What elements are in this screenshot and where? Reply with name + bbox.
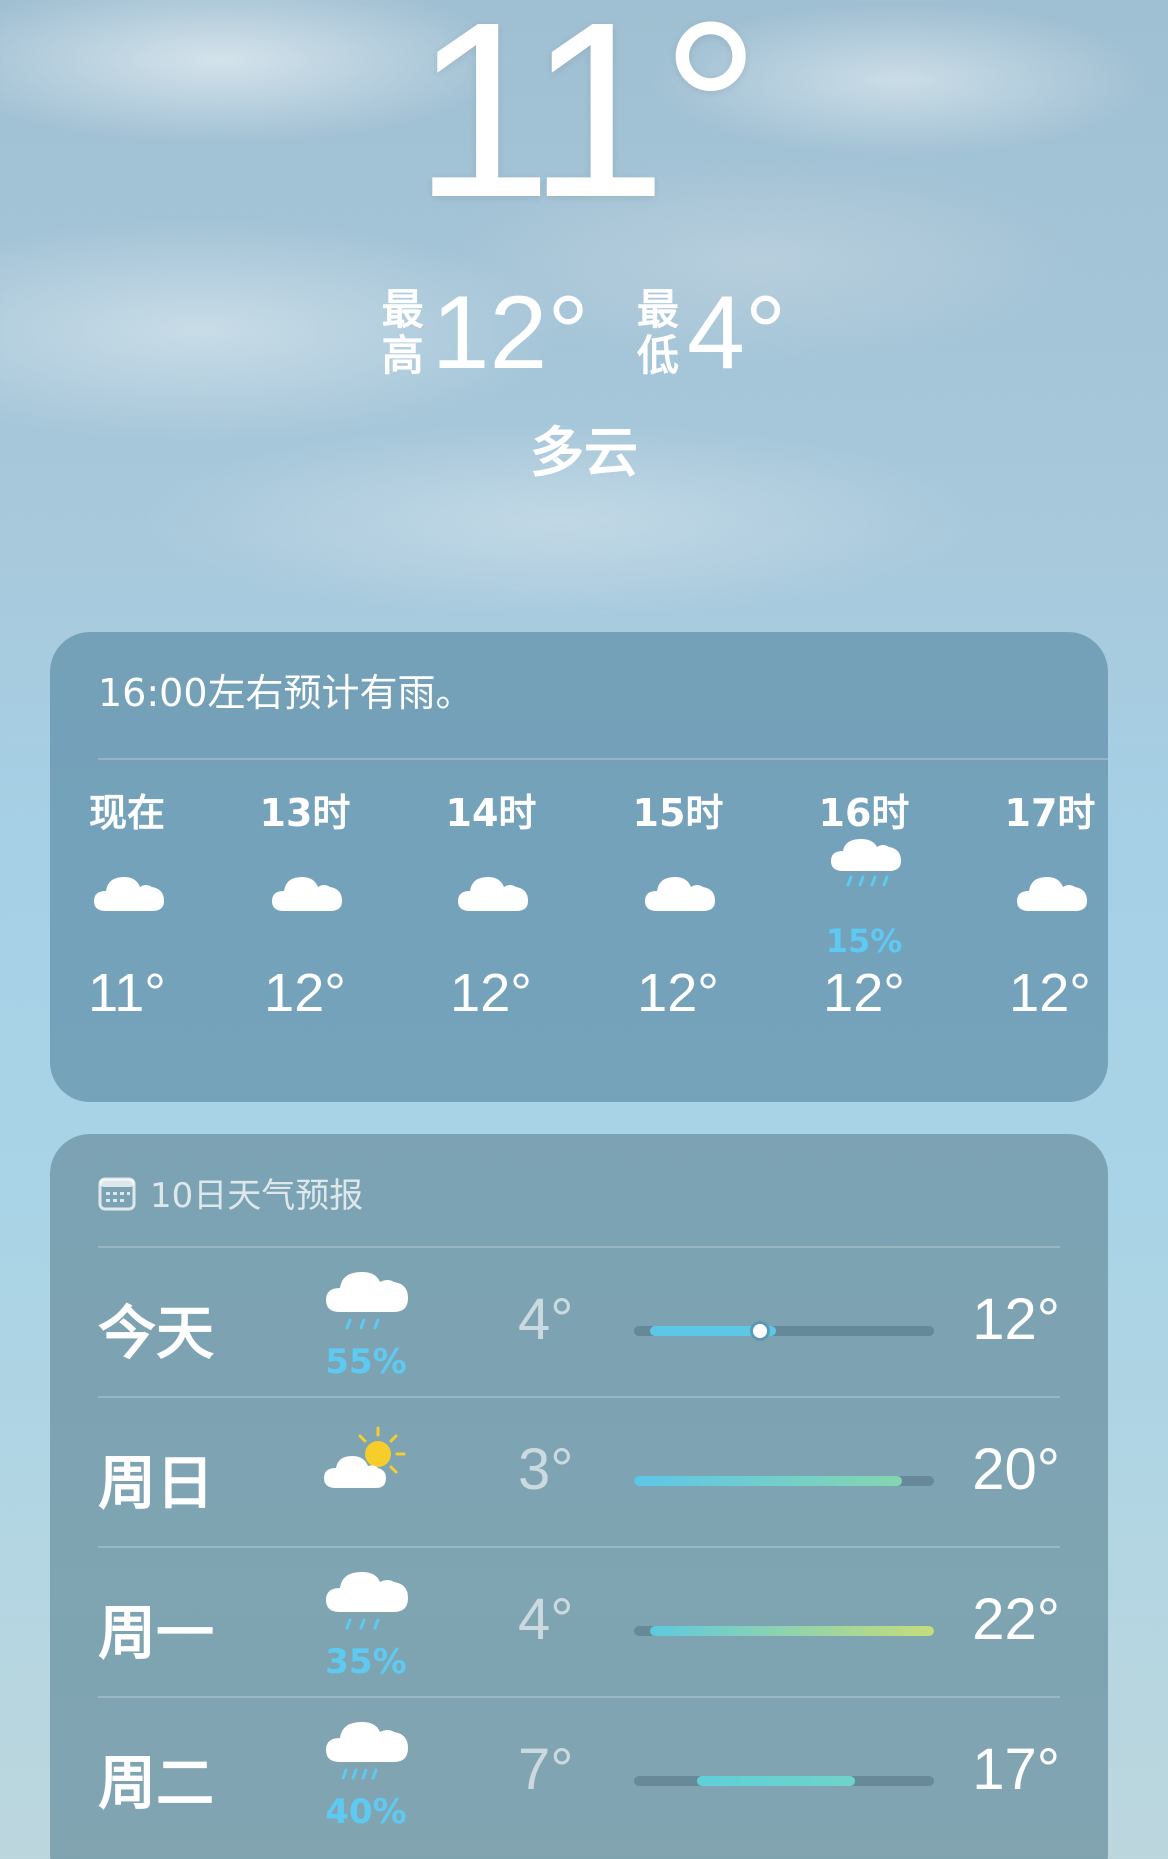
day-name: 周一 (98, 1599, 215, 1667)
high-temperature: 最 高 12° (382, 278, 589, 388)
hour-item: 17时 12° (985, 782, 1108, 1082)
cloud-icon (272, 877, 342, 911)
temperature-range-bar (634, 1776, 934, 1786)
divider (98, 1246, 1060, 1248)
cloud-rain-icon (326, 1572, 408, 1630)
high-value: 12° (431, 275, 589, 391)
high-label-char: 最 (381, 285, 424, 334)
low-label-char: 最 (636, 285, 679, 334)
hour-label: 现在 (88, 791, 165, 835)
cloud-icon (94, 877, 164, 911)
temperature-range-fill (634, 1476, 903, 1486)
daily-row[interactable]: 周一 35% 4° 22° (98, 1546, 1060, 1696)
hourly-summary: 16:00左右预计有雨。 (98, 671, 474, 715)
temperature-range-bar (634, 1626, 934, 1636)
calendar-icon (98, 1177, 136, 1210)
hour-item: 现在 11° (62, 782, 192, 1082)
day-low: 4° (518, 1287, 574, 1352)
hour-item: 16时 15% 12° (799, 782, 929, 1082)
low-label: 最 低 (637, 287, 679, 379)
day-precip: 55% (325, 1342, 407, 1382)
daily-row[interactable]: 周二 40% 7° 17° (98, 1696, 1060, 1846)
hour-label: 15时 (632, 791, 724, 835)
day-name: 今天 (98, 1299, 215, 1367)
temperature-range-bar (634, 1324, 934, 1338)
hour-temp: 12° (823, 963, 905, 1023)
divider (98, 1396, 1060, 1398)
day-low: 3° (518, 1437, 574, 1502)
day-name: 周日 (98, 1449, 215, 1517)
hour-precip: 15% (825, 922, 903, 960)
hour-temp: 12° (450, 963, 532, 1023)
hour-item: 13时 12° (240, 782, 370, 1082)
divider (98, 1696, 1060, 1698)
hour-item: 15时 12° (613, 782, 743, 1082)
high-low: 最 高 12° 最 低 4° (0, 278, 1168, 388)
ten-day-header: 10日天气预报 (98, 1168, 363, 1217)
low-value: 4° (686, 275, 787, 391)
cloud-icon (645, 877, 715, 911)
hour-label: 13时 (259, 791, 351, 835)
divider (98, 758, 1108, 760)
hour-temp: 11° (88, 963, 166, 1023)
temperature-range-fill (649, 1626, 934, 1636)
condition-text: 多云 (530, 421, 638, 484)
day-high: 22° (972, 1587, 1060, 1652)
day-high: 17° (972, 1737, 1060, 1802)
cloud-rain-icon (326, 1722, 408, 1780)
cloud-icon (458, 877, 528, 911)
hour-temp: 12° (264, 963, 346, 1023)
high-label: 最 高 (382, 287, 424, 379)
partly-sunny-icon (324, 1426, 406, 1488)
temperature-range-bar (634, 1476, 934, 1486)
hour-item: 14时 12° (426, 782, 556, 1082)
day-name: 周二 (98, 1749, 215, 1817)
ten-day-title: 10日天气预报 (150, 1176, 364, 1216)
daily-row[interactable]: 今天 55% 4° 12° (98, 1246, 1060, 1396)
hourly-forecast-card[interactable]: 16:00左右预计有雨。 现在 11° 13时 12° 14时 12° 15时 … (50, 632, 1108, 1102)
divider (98, 1546, 1060, 1548)
current-temperature: 11° (413, 0, 761, 249)
hour-label: 16时 (818, 791, 910, 835)
hour-label: 14时 (445, 791, 537, 835)
hour-temp: 12° (1009, 963, 1091, 1023)
ten-day-forecast-card[interactable]: 10日天气预报 今天 55% 4° 12° 周日 3° 20° 周一 35% 4… (50, 1134, 1108, 1859)
temperature-range-fill (697, 1776, 856, 1786)
hour-label: 17时 (1004, 791, 1096, 835)
day-precip: 40% (325, 1792, 407, 1832)
high-label-char: 高 (381, 331, 424, 380)
low-label-char: 低 (636, 331, 679, 380)
daily-row[interactable]: 周日 3° 20° (98, 1396, 1060, 1546)
cloud-rain-icon (831, 839, 901, 887)
low-temperature: 最 低 4° (637, 278, 786, 388)
day-precip: 35% (325, 1642, 407, 1682)
cloud-icon (1017, 877, 1087, 911)
day-low: 7° (518, 1737, 574, 1802)
day-high: 20° (972, 1437, 1060, 1502)
day-low: 4° (518, 1587, 574, 1652)
day-high: 12° (972, 1287, 1060, 1352)
cloud-rain-icon (326, 1272, 408, 1330)
hour-temp: 12° (637, 963, 719, 1023)
current-weather: 11° 最 高 12° 最 低 4° 多云 (0, 0, 1168, 500)
